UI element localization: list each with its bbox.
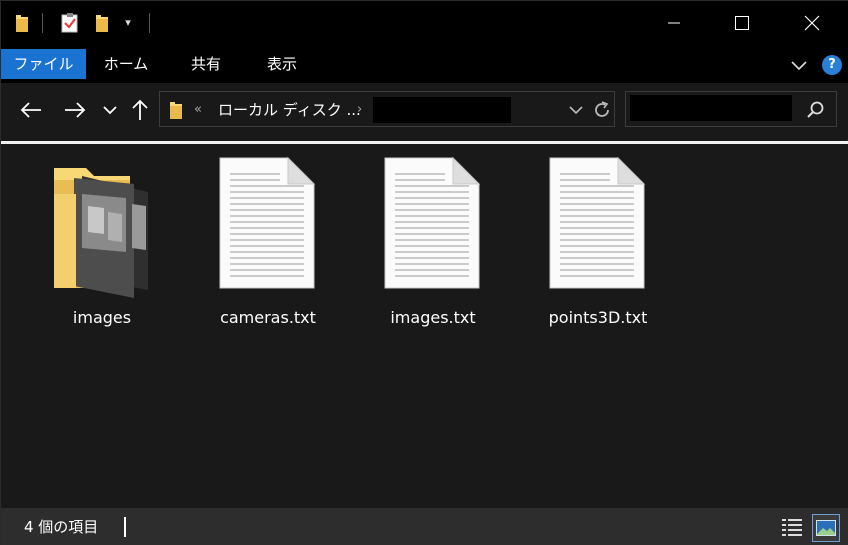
maximize-button[interactable] bbox=[719, 1, 765, 45]
customize-dropdown-icon[interactable]: ▾ bbox=[121, 15, 135, 31]
hidden-path-indicator[interactable]: « bbox=[194, 100, 202, 120]
file-name: points3D.txt bbox=[548, 308, 648, 327]
file-item-images-folder[interactable]: images bbox=[42, 154, 162, 327]
tab-home[interactable]: ホーム bbox=[95, 49, 157, 79]
tab-view[interactable]: 表示 bbox=[253, 49, 311, 79]
file-explorer-window: ▾ ファイル ホーム 共有 表示 ? « ローカル ディスク ... › ima… bbox=[0, 0, 848, 545]
text-document-icon bbox=[549, 156, 646, 289]
refresh-icon[interactable] bbox=[592, 99, 612, 121]
forward-button[interactable] bbox=[62, 97, 88, 123]
minimize-button[interactable] bbox=[651, 1, 697, 45]
new-folder-icon[interactable] bbox=[95, 13, 109, 33]
item-count: 4 個の項目 bbox=[24, 518, 99, 536]
ribbon-tabs: ファイル ホーム 共有 表示 ? bbox=[1, 45, 848, 83]
expand-ribbon-icon[interactable] bbox=[789, 55, 809, 75]
up-button[interactable] bbox=[127, 97, 153, 123]
maximize-icon bbox=[735, 16, 749, 30]
breadcrumb-separator[interactable]: › bbox=[357, 100, 362, 120]
help-button[interactable]: ? bbox=[822, 55, 842, 75]
redacted-breadcrumb bbox=[373, 97, 511, 123]
close-button[interactable] bbox=[789, 1, 835, 45]
folder-icon[interactable] bbox=[15, 13, 29, 33]
minimize-icon bbox=[668, 22, 680, 24]
address-bar[interactable]: « ローカル ディスク ... › bbox=[159, 91, 615, 127]
status-bar: 4 個の項目 bbox=[1, 508, 848, 545]
file-name: images bbox=[72, 308, 132, 327]
tab-share[interactable]: 共有 bbox=[179, 49, 233, 79]
folder-icon bbox=[170, 102, 182, 119]
arrow-right-icon bbox=[65, 102, 86, 118]
chevron-down-icon bbox=[103, 106, 117, 115]
arrow-up-icon bbox=[132, 99, 148, 120]
tab-file[interactable]: ファイル bbox=[1, 49, 86, 79]
file-name: cameras.txt bbox=[220, 308, 316, 327]
close-icon bbox=[804, 15, 820, 31]
recent-locations-button[interactable] bbox=[97, 97, 123, 123]
title-bar: ▾ bbox=[1, 1, 848, 45]
toolbar-separator bbox=[42, 13, 43, 33]
arrow-left-icon bbox=[20, 102, 41, 118]
breadcrumb-local-disk[interactable]: ローカル ディスク ... bbox=[218, 99, 361, 121]
toolbar-separator bbox=[149, 13, 150, 33]
file-list: images cameras.txt images.txt points3D.t… bbox=[1, 144, 848, 508]
large-icons-view-button[interactable] bbox=[812, 514, 840, 542]
text-caret bbox=[124, 517, 126, 537]
text-document-icon bbox=[219, 156, 316, 289]
large-icons-view-icon bbox=[816, 520, 836, 536]
address-history-icon[interactable] bbox=[568, 100, 584, 120]
text-document-icon bbox=[384, 156, 481, 289]
redacted-search-text bbox=[630, 95, 792, 121]
file-item-images-txt[interactable]: images.txt bbox=[373, 154, 493, 327]
details-view-icon[interactable] bbox=[781, 516, 803, 538]
file-name: images.txt bbox=[390, 308, 476, 327]
file-item-points3d-txt[interactable]: points3D.txt bbox=[538, 154, 658, 327]
image-folder-icon bbox=[54, 168, 148, 298]
file-item-cameras-txt[interactable]: cameras.txt bbox=[208, 154, 328, 327]
back-button[interactable] bbox=[18, 97, 44, 123]
search-field[interactable] bbox=[625, 91, 837, 127]
properties-icon[interactable] bbox=[61, 13, 79, 33]
navigation-bar: « ローカル ディスク ... › bbox=[1, 83, 848, 139]
search-icon[interactable] bbox=[806, 100, 826, 120]
